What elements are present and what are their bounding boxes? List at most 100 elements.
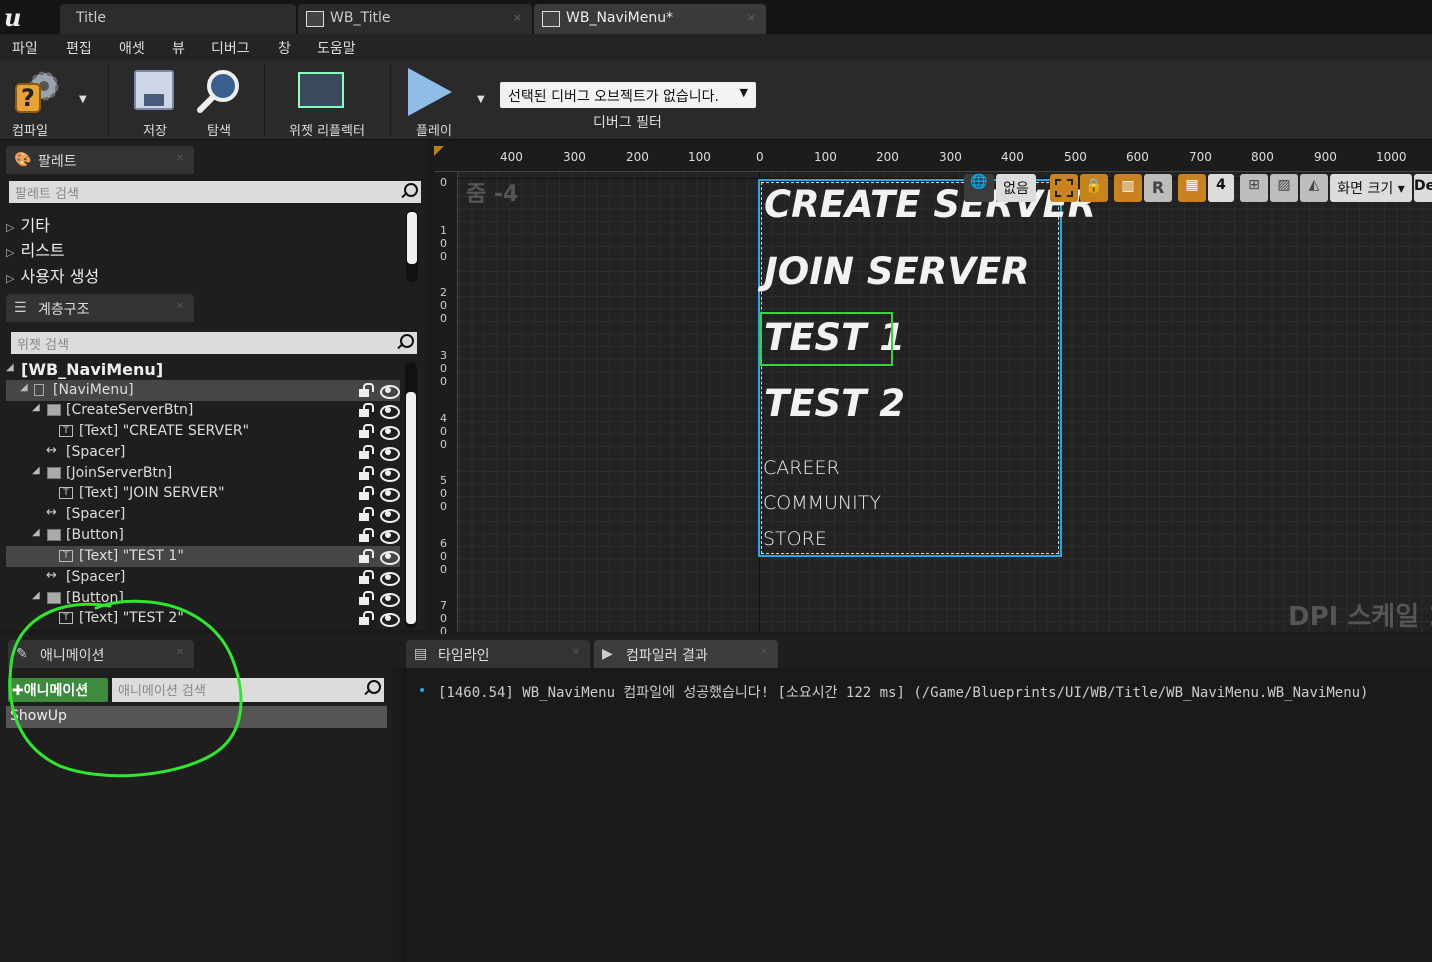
layout-toggle-icon[interactable]: ▥ bbox=[1114, 174, 1142, 202]
scrollbar-thumb[interactable] bbox=[407, 212, 417, 264]
palette-category-user-created[interactable]: ▷ 사용자 생성 bbox=[6, 263, 99, 287]
flip-icon[interactable]: ◭ bbox=[1300, 174, 1328, 202]
ruler-tick-label: 300 bbox=[440, 349, 447, 388]
visibility-eye-icon[interactable] bbox=[380, 570, 400, 586]
hierarchy-row-navimenu[interactable]: ◢ [NaviMenu] bbox=[6, 380, 400, 401]
widget-community[interactable]: COMMUNITY bbox=[763, 492, 881, 514]
expand-arrow-icon[interactable]: ◢ bbox=[6, 362, 14, 373]
menu-debug[interactable]: 디버그 bbox=[211, 38, 250, 58]
device-select[interactable]: De bbox=[1414, 174, 1432, 202]
play-button[interactable]: 플레이 bbox=[408, 64, 460, 140]
menu-view[interactable]: 뷰 bbox=[172, 38, 185, 58]
tab-palette[interactable]: 🎨 팔레트 ✕ bbox=[6, 146, 194, 174]
expand-arrow-icon[interactable]: ◢ bbox=[32, 527, 40, 538]
globe-icon[interactable]: 🌐 bbox=[964, 174, 994, 202]
lock-icon[interactable] bbox=[358, 486, 374, 500]
hierarchy-row-button[interactable]: ◢ [Button] bbox=[6, 525, 400, 546]
hierarchy-row-text-join-server[interactable]: T [Text] "JOIN SERVER" bbox=[6, 483, 400, 504]
debug-object-select[interactable]: 선택된 디버그 오브젝트가 없습니다. ▼ bbox=[500, 82, 756, 108]
palette-search-input[interactable]: 팔레트 검색 bbox=[9, 181, 421, 203]
outline-toggle-icon[interactable] bbox=[1050, 174, 1078, 202]
grid-snap-icon[interactable]: ▦ bbox=[1178, 174, 1206, 202]
menu-window[interactable]: 창 bbox=[278, 38, 291, 58]
widget-reflector-button[interactable]: 위젯 리플렉터 bbox=[280, 64, 374, 140]
hierarchy-row-spacer[interactable]: ↔ [Spacer] bbox=[6, 442, 400, 463]
widget-test2[interactable]: TEST 2 bbox=[764, 382, 905, 425]
visibility-eye-icon[interactable] bbox=[380, 611, 400, 627]
tab-compiler-results[interactable]: ▶ 컴파일러 결과 ✕ bbox=[594, 640, 778, 668]
vertical-box-icon bbox=[34, 384, 44, 396]
widget-store[interactable]: STORE bbox=[763, 528, 827, 550]
lock-icon[interactable] bbox=[358, 507, 374, 521]
hierarchy-row-joinserverbtn[interactable]: ◢ [JoinServerBtn] bbox=[6, 463, 400, 484]
scrollbar-thumb[interactable] bbox=[406, 392, 416, 624]
visibility-eye-icon[interactable] bbox=[380, 486, 400, 502]
play-options-dropdown-icon[interactable]: ▼ bbox=[477, 94, 485, 105]
hierarchy-row-text-create-server[interactable]: T [Text] "CREATE SERVER" bbox=[6, 421, 400, 442]
compile-button[interactable]: ? 컴파일 bbox=[6, 64, 68, 140]
widget-create-server[interactable]: CREATE SERVER bbox=[764, 183, 1096, 226]
close-icon[interactable]: ✕ bbox=[176, 301, 184, 312]
browse-button[interactable]: 탐색 bbox=[194, 64, 244, 140]
menu-asset[interactable]: 애셋 bbox=[119, 38, 145, 58]
tab-title[interactable]: Title bbox=[60, 4, 296, 34]
hierarchy-root[interactable]: ◢ [WB_NaviMenu] bbox=[6, 360, 400, 380]
background-image-icon[interactable]: ▨ bbox=[1270, 174, 1298, 202]
palette-category-misc[interactable]: ▷ 기타 bbox=[6, 212, 50, 236]
lock-icon[interactable] bbox=[358, 591, 374, 605]
screen-size-select[interactable]: 화면 크기 ▾ bbox=[1330, 174, 1412, 202]
widget-career[interactable]: CAREER bbox=[763, 457, 840, 479]
palette-category-list[interactable]: ▷ 리스트 bbox=[6, 237, 65, 261]
respect-locks-button[interactable]: R bbox=[1144, 174, 1172, 202]
visibility-eye-icon[interactable] bbox=[380, 528, 400, 544]
expand-arrow-icon[interactable]: ◢ bbox=[20, 382, 28, 393]
visibility-eye-icon[interactable] bbox=[380, 383, 400, 399]
expand-arrow-icon[interactable]: ◢ bbox=[32, 402, 40, 413]
hierarchy-row-createserverbtn[interactable]: ◢ [CreateServerBtn] bbox=[6, 400, 400, 421]
visibility-eye-icon[interactable] bbox=[380, 466, 400, 482]
lock-icon[interactable] bbox=[358, 383, 374, 397]
hierarchy-row-spacer[interactable]: ↔ [Spacer] bbox=[6, 504, 400, 525]
hierarchy-scrollbar[interactable] bbox=[405, 362, 417, 628]
lock-toggle-icon[interactable]: 🔒 bbox=[1080, 174, 1108, 202]
widget-search-input[interactable]: 위젯 검색 bbox=[11, 332, 417, 354]
tab-hierarchy[interactable]: ☰ 계층구조 ✕ bbox=[6, 294, 194, 322]
visibility-eye-icon[interactable] bbox=[380, 424, 400, 440]
magnifier-icon bbox=[197, 70, 239, 113]
lock-icon[interactable] bbox=[358, 445, 374, 459]
menu-edit[interactable]: 편집 bbox=[66, 38, 92, 58]
visibility-eye-icon[interactable] bbox=[380, 445, 400, 461]
hierarchy-row-spacer[interactable]: ↔ [Spacer] bbox=[6, 567, 400, 588]
fill-screen-icon[interactable]: ⊞ bbox=[1240, 174, 1268, 202]
widget-join-server[interactable]: JOIN SERVER bbox=[764, 250, 1030, 293]
close-icon[interactable]: ✕ bbox=[176, 153, 184, 164]
localization-preview-select[interactable]: 없음 bbox=[996, 174, 1036, 202]
tab-wb-title[interactable]: WB_Title × bbox=[298, 4, 532, 34]
lock-icon[interactable] bbox=[358, 403, 374, 417]
save-button[interactable]: 저장 bbox=[130, 64, 180, 140]
lock-icon[interactable] bbox=[358, 466, 374, 480]
compile-options-dropdown-icon[interactable]: ▼ bbox=[79, 94, 87, 105]
palette-scrollbar[interactable] bbox=[406, 210, 418, 282]
visibility-eye-icon[interactable] bbox=[380, 403, 400, 419]
close-icon[interactable]: × bbox=[513, 11, 522, 24]
lock-icon[interactable] bbox=[358, 549, 374, 563]
lock-icon[interactable] bbox=[358, 570, 374, 584]
menu-file[interactable]: 파일 bbox=[12, 38, 38, 58]
close-icon[interactable]: × bbox=[747, 11, 756, 24]
menu-help[interactable]: 도움말 bbox=[317, 38, 356, 58]
visibility-eye-icon[interactable] bbox=[380, 591, 400, 607]
visibility-eye-icon[interactable] bbox=[380, 549, 400, 565]
lock-icon[interactable] bbox=[358, 611, 374, 625]
tab-timeline[interactable]: ▤ 타임라인 ✕ bbox=[406, 640, 590, 668]
tab-wb-navimenu[interactable]: WB_NaviMenu* × bbox=[534, 4, 766, 34]
hierarchy-row-text-test1[interactable]: T [Text] "TEST 1" bbox=[6, 546, 400, 567]
lock-icon[interactable] bbox=[358, 424, 374, 438]
ruler-tick-label: 700 bbox=[440, 599, 447, 638]
close-icon[interactable]: ✕ bbox=[760, 647, 768, 658]
expand-arrow-icon[interactable]: ◢ bbox=[32, 465, 40, 476]
close-icon[interactable]: ✕ bbox=[572, 647, 580, 658]
visibility-eye-icon[interactable] bbox=[380, 507, 400, 523]
grid-size-select[interactable]: 4 bbox=[1208, 174, 1234, 202]
lock-icon[interactable] bbox=[358, 528, 374, 542]
